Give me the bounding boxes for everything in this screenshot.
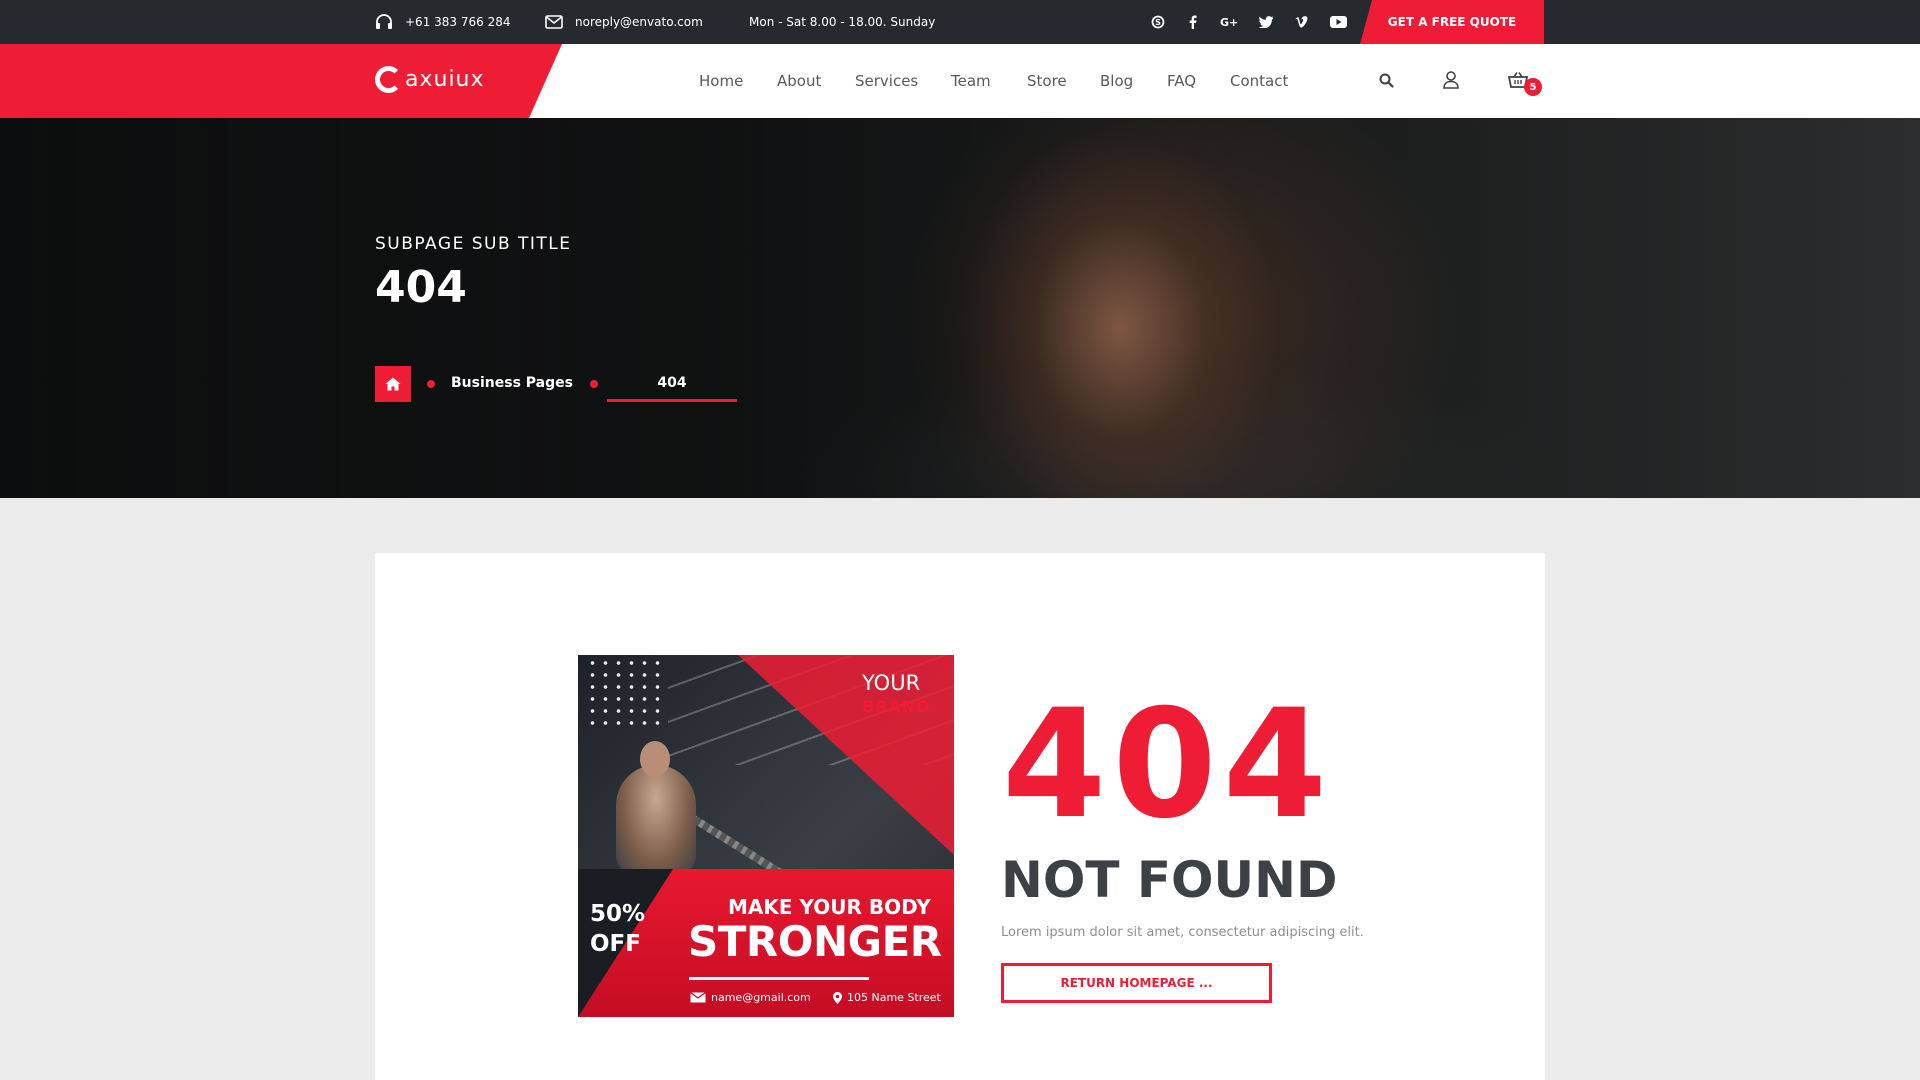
content-card xyxy=(375,553,1545,1080)
free-quote-button[interactable]: GET A FREE QUOTE xyxy=(1360,0,1544,44)
facebook-icon[interactable] xyxy=(1182,0,1204,44)
main-header: axuiux Home About Services Team Store Bl… xyxy=(0,44,1920,118)
headset-icon xyxy=(376,14,392,29)
svg-text:G+: G+ xyxy=(1220,16,1238,28)
breadcrumb-separator xyxy=(590,380,598,388)
nav-home[interactable]: Home xyxy=(699,72,743,90)
map-pin-icon xyxy=(833,991,842,1004)
home-icon xyxy=(385,377,401,391)
user-icon[interactable] xyxy=(1439,68,1463,92)
google-plus-icon[interactable]: G+ xyxy=(1218,0,1240,44)
promo-athlete-head xyxy=(640,741,670,777)
error-description: Lorem ipsum dolor sit amet, consectetur … xyxy=(1001,925,1364,940)
nav-contact[interactable]: Contact xyxy=(1230,72,1288,90)
promo-divider xyxy=(689,977,869,980)
email-address: noreply@envato.com xyxy=(575,15,703,29)
nav-blog[interactable]: Blog xyxy=(1100,72,1133,90)
promo-athlete xyxy=(616,765,696,875)
svg-text:S: S xyxy=(1155,18,1161,27)
business-hours: Mon - Sat 8.00 - 18.00. Sunday xyxy=(749,0,935,44)
nav-faq[interactable]: FAQ xyxy=(1167,72,1196,90)
hero-overlay xyxy=(0,118,1920,498)
vimeo-icon[interactable] xyxy=(1291,0,1313,44)
nav-team[interactable]: Team xyxy=(951,72,991,90)
promo-headline: MAKE YOUR BODY xyxy=(728,895,931,919)
promo-dot-pattern xyxy=(586,657,666,729)
promo-address: 105 Name Street xyxy=(833,991,941,1004)
mail-icon xyxy=(690,992,706,1003)
envelope-icon xyxy=(545,15,563,29)
return-homepage-button[interactable]: RETURN HOMEPAGE ... xyxy=(1001,963,1272,1003)
email-contact[interactable]: noreply@envato.com xyxy=(545,0,703,44)
twitter-icon[interactable] xyxy=(1255,0,1277,44)
promo-brand: BRAND xyxy=(862,697,931,716)
error-code: 404 xyxy=(1002,678,1334,852)
skype-icon[interactable]: S xyxy=(1147,0,1169,44)
promo-email: name@gmail.com xyxy=(690,991,811,1004)
breadcrumb-separator xyxy=(427,380,435,388)
top-bar: +61 383 766 284 noreply@envato.com Mon -… xyxy=(0,0,1920,44)
breadcrumb-business-pages[interactable]: Business Pages xyxy=(451,375,573,391)
search-icon[interactable] xyxy=(1374,68,1398,92)
promo-email-text: name@gmail.com xyxy=(711,991,811,1004)
promo-discount-label: OFF xyxy=(590,931,641,957)
promo-discount-percent: 50% xyxy=(590,901,646,927)
nav-services[interactable]: Services xyxy=(855,72,918,90)
breadcrumb-current: 404 xyxy=(607,366,737,402)
site-logo[interactable]: axuiux xyxy=(375,62,485,96)
hours-text: Mon - Sat 8.00 - 18.00. Sunday xyxy=(749,15,936,29)
nav-about[interactable]: About xyxy=(777,72,821,90)
hero-subtitle: SUBPAGE SUB TITLE xyxy=(375,234,572,254)
logo-text: axuiux xyxy=(405,66,485,92)
promo-address-text: 105 Name Street xyxy=(847,991,941,1004)
page-hero-banner: SUBPAGE SUB TITLE 404 Business Pages 404 xyxy=(0,118,1920,498)
promo-banner-image: YOUR BRAND 50% OFF MAKE YOUR BODY STRONG… xyxy=(578,655,954,1017)
nav-store[interactable]: Store xyxy=(1027,72,1067,90)
promo-your: YOUR xyxy=(862,671,921,695)
promo-headline-big: STRONGER xyxy=(688,917,942,966)
hero-title: 404 xyxy=(375,262,467,313)
phone-contact[interactable]: +61 383 766 284 xyxy=(375,0,510,44)
logo-mark-icon xyxy=(375,65,402,93)
cart-count-badge: 5 xyxy=(1524,78,1542,96)
breadcrumb-home-button[interactable] xyxy=(375,366,411,402)
phone-number: +61 383 766 284 xyxy=(405,15,511,29)
error-heading: NOT FOUND xyxy=(1001,851,1338,909)
youtube-icon[interactable] xyxy=(1327,0,1349,44)
